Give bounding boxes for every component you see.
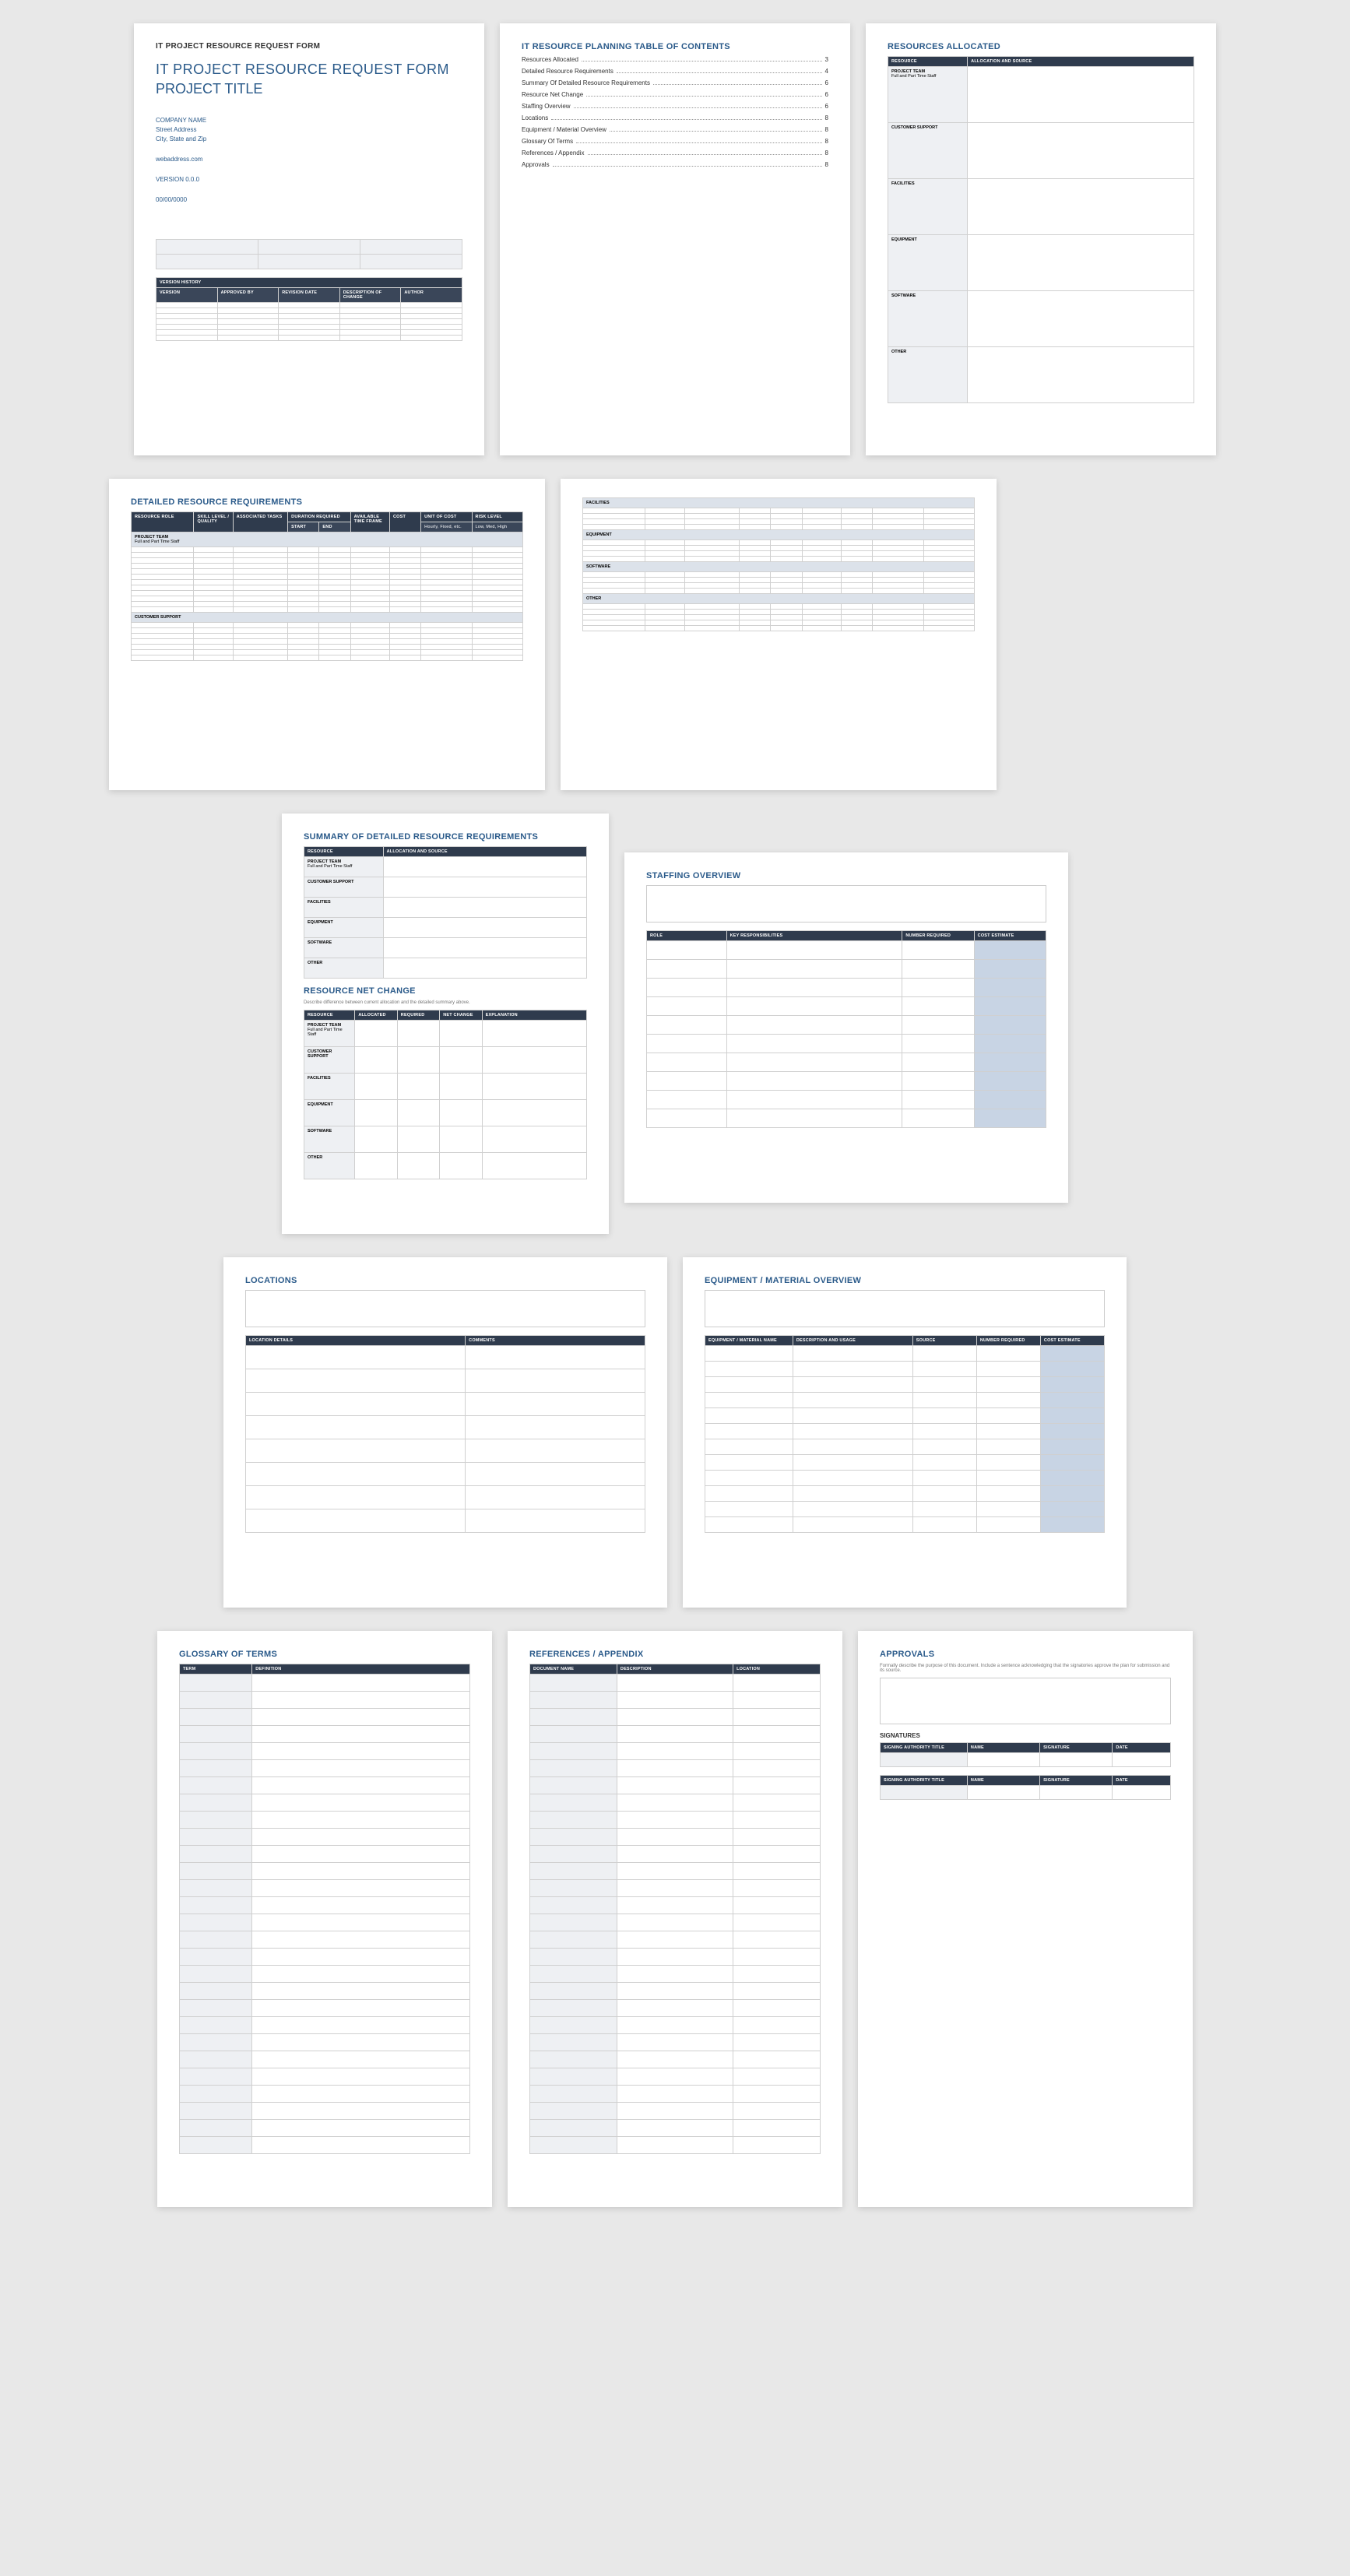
staff-title: STAFFING OVERVIEW	[646, 871, 1046, 880]
page-glossary: GLOSSARY OF TERMS TERMDEFINITION	[157, 1631, 492, 2207]
vh-c2: APPROVED BY	[217, 288, 279, 303]
page-detailed-req-cont: FACILITIES EQUIPMENT SOFTWARE OTHER	[561, 479, 997, 790]
page-staffing: STAFFING OVERVIEW ROLEKEY RESPONSIBILITI…	[624, 852, 1068, 1203]
doc-topline: IT PROJECT RESOURCE REQUEST FORM	[156, 42, 462, 51]
row-5: GLOSSARY OF TERMS TERMDEFINITION	[16, 1631, 1334, 2207]
drr-table: RESOURCE ROLE SKILL LEVEL / QUALITY ASSO…	[131, 511, 523, 661]
company-web: webaddress.com	[156, 155, 462, 164]
page-summary-netchange: SUMMARY OF DETAILED RESOURCE REQUIREMENT…	[282, 814, 609, 1234]
nc-table: RESOURCEALLOCATEDREQUIREDNET CHANGEEXPLA…	[304, 1010, 587, 1179]
vh-title: VERSION HISTORY	[156, 278, 462, 288]
ra-table: RESOURCEALLOCATION AND SOURCE PROJECT TE…	[888, 56, 1194, 403]
company-csz: City, State and Zip	[156, 135, 462, 144]
vh-c3: REVISION DATE	[279, 288, 340, 303]
staff-table: ROLEKEY RESPONSIBILITIESNUMBER REQUIREDC…	[646, 930, 1046, 1128]
toc-list: Resources Allocated3 Detailed Resource R…	[522, 56, 828, 168]
sig-table-1: SIGNING AUTHORITY TITLENAMESIGNATUREDATE	[880, 1742, 1171, 1767]
page-locations: LOCATIONS LOCATION DETAILSCOMMENTS	[223, 1257, 667, 1608]
ra-title: RESOURCES ALLOCATED	[888, 42, 1194, 51]
row-1: IT PROJECT RESOURCE REQUEST FORM IT PROJ…	[16, 23, 1334, 455]
vh-c4: DESCRIPTION OF CHANGE	[339, 288, 401, 303]
vh-c5: AUTHOR	[401, 288, 462, 303]
eq-table: EQUIPMENT / MATERIAL NAMEDESCRIPTION AND…	[705, 1335, 1105, 1533]
page-cover: IT PROJECT RESOURCE REQUEST FORM IT PROJ…	[134, 23, 484, 455]
toc-title: IT RESOURCE PLANNING TABLE OF CONTENTS	[522, 42, 828, 51]
glos-table: TERMDEFINITION	[179, 1664, 470, 2154]
loc-title: LOCATIONS	[245, 1276, 645, 1285]
doc-subtitle: PROJECT TITLE	[156, 81, 462, 97]
appr-title: APPROVALS	[880, 1650, 1171, 1659]
loc-table: LOCATION DETAILSCOMMENTS	[245, 1335, 645, 1533]
page-resources-allocated: RESOURCES ALLOCATED RESOURCEALLOCATION A…	[866, 23, 1216, 455]
staff-intro-box	[646, 885, 1046, 923]
sig-heading: SIGNATURES	[880, 1732, 1171, 1739]
ref-table: DOCUMENT NAMEDESCRIPTIONLOCATION	[529, 1664, 821, 2154]
sum-title: SUMMARY OF DETAILED RESOURCE REQUIREMENT…	[304, 832, 587, 842]
appr-box	[880, 1678, 1171, 1724]
company-block: COMPANY NAME Street Address City, State …	[156, 116, 462, 144]
ref-title: REFERENCES / APPENDIX	[529, 1650, 821, 1659]
page-references: REFERENCES / APPENDIX DOCUMENT NAMEDESCR…	[508, 1631, 842, 2207]
drr-title: DETAILED RESOURCE REQUIREMENTS	[131, 497, 523, 507]
appr-blurb: Formally describe the purpose of this do…	[880, 1664, 1171, 1673]
row-2: DETAILED RESOURCE REQUIREMENTS RESOURCE …	[16, 479, 1334, 790]
doc-title: IT PROJECT RESOURCE REQUEST FORM	[156, 62, 462, 78]
drr-table-2: FACILITIES EQUIPMENT SOFTWARE OTHER	[582, 497, 975, 631]
sum-table: RESOURCEALLOCATION AND SOURCE PROJECT TE…	[304, 846, 587, 979]
version-history-table: VERSION HISTORY VERSION APPROVED BY REVI…	[156, 277, 462, 341]
vh-c1: VERSION	[156, 288, 218, 303]
date-label: 00/00/0000	[156, 195, 462, 205]
eq-intro-box	[705, 1290, 1105, 1327]
page-approvals: APPROVALS Formally describe the purpose …	[858, 1631, 1193, 2207]
nc-sub: Describe difference between current allo…	[304, 1000, 587, 1005]
page-detailed-req: DETAILED RESOURCE REQUIREMENTS RESOURCE …	[109, 479, 545, 790]
sig-table-2: SIGNING AUTHORITY TITLENAMESIGNATUREDATE	[880, 1775, 1171, 1800]
prepared-table: PREPARED BY TITLE DATE APPROVED BY TITLE…	[156, 239, 462, 269]
page-equipment: EQUIPMENT / MATERIAL OVERVIEW EQUIPMENT …	[683, 1257, 1127, 1608]
version-label: VERSION 0.0.0	[156, 175, 462, 185]
eq-title: EQUIPMENT / MATERIAL OVERVIEW	[705, 1276, 1105, 1285]
page-toc: IT RESOURCE PLANNING TABLE OF CONTENTS R…	[500, 23, 850, 455]
row-3: SUMMARY OF DETAILED RESOURCE REQUIREMENT…	[16, 814, 1334, 1234]
glos-title: GLOSSARY OF TERMS	[179, 1650, 470, 1659]
company-name: COMPANY NAME	[156, 116, 462, 125]
nc-title: RESOURCE NET CHANGE	[304, 986, 587, 996]
loc-intro-box	[245, 1290, 645, 1327]
row-4: LOCATIONS LOCATION DETAILSCOMMENTS EQUIP…	[16, 1257, 1334, 1608]
company-street: Street Address	[156, 125, 462, 135]
